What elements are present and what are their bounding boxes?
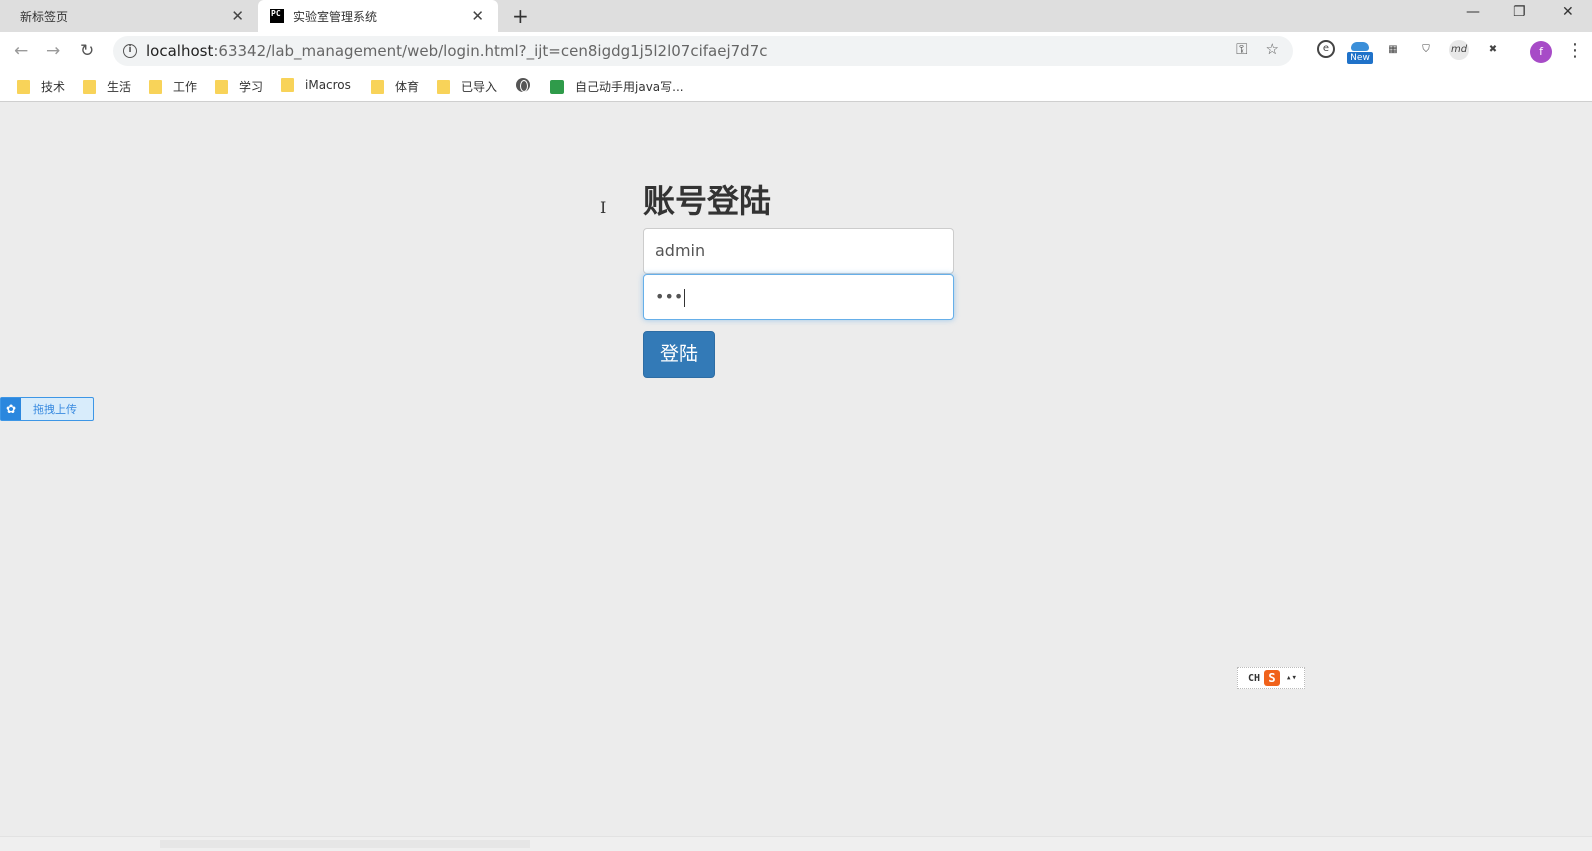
login-button[interactable]: 登陆 — [643, 331, 715, 378]
username-value: admin — [655, 241, 706, 260]
back-icon[interactable]: ← — [14, 41, 28, 61]
horizontal-scrollbar[interactable] — [0, 836, 1592, 851]
ime-mode-label[interactable]: CH — [1248, 673, 1260, 684]
upload-label: 拖拽上传 — [33, 403, 77, 416]
bookmark-page[interactable]: 自己动手用java写... — [550, 78, 684, 95]
bookmark-label: 已导入 — [461, 80, 498, 94]
new-badge: New — [1347, 52, 1373, 64]
username-input[interactable]: admin — [643, 228, 954, 274]
bookmark-label: iMacros — [305, 78, 351, 92]
bookmark-label: 自己动手用java写... — [575, 80, 684, 94]
bookmark-folder[interactable]: 体育 — [371, 78, 419, 95]
new-tab-button[interactable]: + — [512, 4, 529, 28]
restore-button[interactable]: ❐ — [1513, 4, 1526, 20]
url-path: :63342/lab_management/web/login.html?_ij… — [213, 42, 768, 60]
key-icon[interactable]: ⚿ — [1236, 40, 1247, 58]
browser-menu-icon[interactable]: ⋮ — [1566, 39, 1584, 63]
address-bar[interactable]: i localhost:63342/lab_management/web/log… — [113, 36, 1293, 66]
bookmark-folder[interactable]: 学习 — [215, 78, 263, 95]
folder-icon — [17, 79, 30, 94]
url-host: localhost — [146, 42, 214, 60]
scrollbar-thumb[interactable] — [160, 840, 530, 848]
folder-icon — [149, 79, 162, 94]
bookmark-folder[interactable]: 已导入 — [437, 78, 497, 95]
forward-icon[interactable]: → — [46, 41, 60, 61]
folder-icon — [215, 79, 228, 94]
tab-lab-management[interactable]: PC 实验室管理系统 ✕ — [258, 0, 498, 32]
bookmark-label: 学习 — [239, 80, 264, 94]
tab-title: 实验室管理系统 — [293, 9, 378, 24]
bookmark-folder[interactable]: iMacros — [281, 78, 351, 92]
bookmark-label: 体育 — [395, 80, 420, 94]
bookmark-label: 工作 — [173, 80, 198, 94]
close-tab-icon[interactable]: ✕ — [471, 7, 484, 25]
bookmark-folder[interactable]: 工作 — [149, 78, 197, 95]
close-tab-icon[interactable]: ✕ — [231, 7, 244, 25]
bookmarks-bar: 技术 生活 工作 学习 iMacros 体育 已导入 自己动手用java写... — [0, 70, 1592, 102]
drag-upload-widget[interactable]: ✿ 拖拽上传 — [0, 397, 94, 421]
upload-logo-icon: ✿ — [1, 398, 21, 420]
extension-x-icon[interactable]: ✖ — [1483, 40, 1503, 60]
sogou-logo-icon: S — [1264, 670, 1281, 686]
password-mask: ••• — [655, 287, 684, 306]
folder-icon — [281, 78, 294, 92]
site-info-icon[interactable]: i — [123, 44, 137, 58]
bookmark-folder[interactable]: 生活 — [83, 78, 131, 95]
extension-e-icon[interactable]: e — [1317, 40, 1335, 58]
password-input[interactable]: ••• — [643, 274, 954, 320]
folder-icon — [83, 79, 96, 94]
reload-icon[interactable]: ↻ — [80, 41, 94, 61]
profile-avatar[interactable]: f — [1530, 41, 1552, 63]
extension-md-icon[interactable]: md — [1449, 40, 1469, 60]
extension-image-icon[interactable]: ▦ — [1383, 40, 1403, 60]
ime-arrows-icon[interactable]: ▴▾ — [1286, 674, 1297, 683]
bookmark-star-icon[interactable]: ☆ — [1266, 40, 1279, 58]
text-caret — [684, 288, 686, 307]
cloud-icon — [1351, 42, 1369, 51]
text-cursor-icon: I — [600, 198, 607, 217]
window-close-button[interactable]: ✕ — [1562, 4, 1574, 20]
tab-title: 新标签页 — [20, 9, 69, 24]
globe-icon — [516, 78, 530, 92]
tab-new-tab[interactable]: 新标签页 ✕ — [0, 0, 258, 32]
folder-icon — [371, 79, 384, 94]
minimize-button[interactable]: — — [1466, 4, 1480, 20]
folder-icon — [437, 79, 450, 94]
extension-new-icon[interactable]: New — [1347, 42, 1373, 66]
ime-status-bar[interactable]: CH S ▴▾ — [1237, 667, 1305, 689]
bookmark-label: 技术 — [41, 80, 66, 94]
bookmark-globe[interactable] — [516, 78, 541, 92]
tab-strip: 新标签页 ✕ PC 实验室管理系统 ✕ + — ❐ ✕ — [0, 0, 1592, 32]
extension-shield-icon[interactable]: ⛉ — [1416, 40, 1436, 60]
bookmark-folder[interactable]: 技术 — [17, 78, 65, 95]
book-icon — [550, 79, 564, 94]
bookmark-label: 生活 — [107, 80, 132, 94]
page-title: 账号登陆 — [643, 182, 772, 220]
pycharm-favicon-icon: PC — [270, 9, 284, 23]
